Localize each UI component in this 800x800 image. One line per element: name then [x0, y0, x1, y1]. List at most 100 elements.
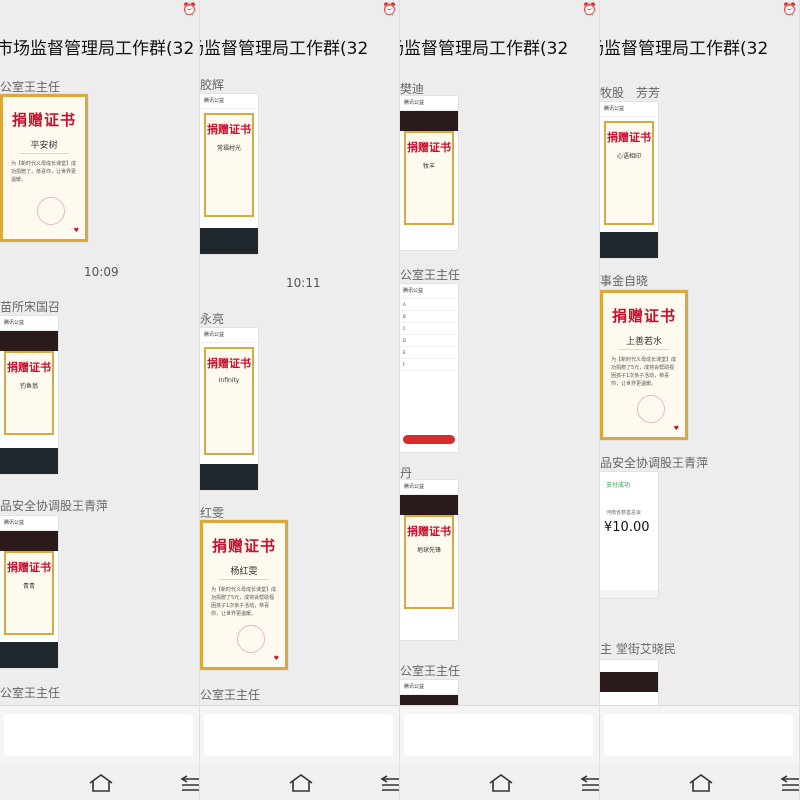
phone-screenshot-image[interactable]: 腾讯公益 捐赠证书 常福村光: [200, 94, 258, 254]
app-name: 腾讯公益: [600, 102, 658, 117]
back-icon[interactable]: [579, 774, 599, 792]
chat-panel-4: ⏰ 市场监督管理局工作群(32 牧股 芳芳 腾讯公益 捐赠证书 心语相印 事金自…: [600, 0, 800, 800]
cert-body: 为【新时代义母成长课堂】成功捐赠了，恭喜你，让世界更温暖。: [11, 161, 77, 183]
message-time: 10:11: [286, 276, 321, 290]
app-name: 腾讯公益: [400, 680, 458, 695]
phone-screenshot-image[interactable]: 腾讯公益 捐赠证书 钓鱼翁: [0, 316, 58, 474]
cert-name: 杨红雯: [219, 564, 269, 580]
message-input-bar: [600, 705, 799, 766]
chat-title: 市场监督管理局工作群(32: [0, 39, 195, 59]
cert-body: 为【新时代义母成长课堂】成功捐赠了5元，成将会帮助视困孩子1次亲子活动，恭喜你，…: [611, 357, 677, 387]
sender-name: 公室王主任: [0, 80, 61, 94]
donation-certificate-image[interactable]: 捐赠证书 平安树 为【新时代义母成长课堂】成功捐赠了，恭喜你，让世界更温暖。 ♥: [0, 94, 88, 242]
bottom-strip: [600, 590, 658, 598]
sender-name: 牧股 芳芳: [600, 86, 661, 100]
cert-preview: 捐赠证书 Infinity: [204, 347, 254, 455]
message-input-bar: [200, 705, 399, 766]
cert-title: 捐赠证书: [207, 123, 251, 136]
cert-preview: 捐赠证书 牧羊: [404, 131, 454, 225]
phone-screenshot-image[interactable]: 腾讯公益 捐赠证书 Infinity: [200, 328, 258, 490]
phone-screenshot-image[interactable]: 腾讯公益 捐赠证书 青青: [0, 516, 58, 668]
banner: [400, 111, 458, 131]
sender-name: 事金自晓: [600, 274, 649, 288]
cert-preview: 捐赠证书 地球先锋: [404, 515, 454, 609]
alarm-icon: ⏰: [182, 2, 197, 16]
app-name: 腾讯公益: [400, 284, 458, 299]
status-bar: ⏰: [200, 0, 399, 20]
cert-body: 为【新时代义母成长课堂】成功捐赠了5元，成将会帮助视困孩子1次亲子活动，恭喜你，…: [211, 587, 277, 617]
app-name: 腾讯公益: [0, 516, 58, 531]
sender-name: 公室王主任: [400, 664, 461, 678]
status-bar: ⏰: [600, 0, 799, 20]
sender-name: 永亮: [200, 312, 225, 326]
chat-title: 市场监督管理局工作群(32: [200, 39, 369, 59]
payee-label: 河南省慈善总会: [606, 510, 642, 516]
home-icon[interactable]: [488, 773, 514, 793]
home-icon[interactable]: [88, 773, 114, 793]
cert-preview: 捐赠证书 常福村光: [204, 113, 254, 217]
cert-preview: 捐赠证书 心语相印: [604, 121, 654, 225]
payment-success-label: 支付成功: [606, 482, 631, 489]
home-icon[interactable]: [688, 773, 714, 793]
chat-title: 市场监督管理局工作群(32: [400, 39, 569, 59]
cert-title: 捐赠证书: [611, 307, 676, 325]
message-input[interactable]: [404, 714, 593, 756]
chat-panel-2: ⏰ 市场监督管理局工作群(32 胶辉 腾讯公益 捐赠证书 常福村光 10:11 …: [200, 0, 400, 800]
message-time: 10:09: [84, 265, 119, 279]
nav-bar: [0, 765, 199, 800]
back-icon[interactable]: [779, 774, 799, 792]
cert-name: 钓鱼翁: [19, 383, 38, 390]
cert-title: 捐赠证书: [211, 537, 276, 555]
back-icon[interactable]: [179, 774, 199, 792]
nav-bar: [400, 765, 599, 800]
form-row: D: [400, 335, 458, 347]
message-input[interactable]: [204, 714, 393, 756]
alarm-icon: ⏰: [582, 2, 597, 16]
charity-logo-icon: ♥: [73, 227, 79, 234]
bottom-bar: [0, 448, 58, 474]
app-name: 腾讯公益: [0, 316, 58, 331]
cert-title: 捐赠证书: [7, 361, 51, 374]
sender-name: 樊迪: [400, 82, 425, 96]
chat-panel-1: ⏰ 市场监督管理局工作群(32 公室王主任 捐赠证书 平安树 为【新时代义母成长…: [0, 0, 200, 800]
seal-icon: [37, 197, 66, 225]
phone-screenshot-image[interactable]: 腾讯公益 捐赠证书 心语相印: [600, 102, 658, 258]
sender-name: 主 堂街艾晓民: [600, 642, 676, 656]
cert-name: 平安树: [19, 138, 69, 154]
back-icon[interactable]: [379, 774, 399, 792]
payment-screenshot-image[interactable]: 支付成功 河南省慈善总会 ¥10.00 完成: [600, 472, 658, 598]
phone-screenshot-image[interactable]: 腾讯公益 捐赠证书 地球先锋: [400, 480, 458, 640]
cert-name: 牧羊: [422, 163, 435, 170]
app-name: 腾讯公益: [400, 480, 458, 495]
banner: [0, 331, 58, 351]
bottom-bar: [200, 228, 258, 254]
status-bar: ⏰: [0, 0, 199, 20]
phone-screenshot-image[interactable]: [600, 660, 658, 710]
banner: [0, 531, 58, 551]
banner: [400, 495, 458, 515]
donation-certificate-image[interactable]: 捐赠证书 杨红雯 为【新时代义母成长课堂】成功捐赠了5元，成将会帮助视困孩子1次…: [200, 520, 288, 670]
sender-name: 公室王主任: [0, 686, 61, 700]
form-row: A: [400, 299, 458, 311]
form-row: B: [400, 311, 458, 323]
app-name: 腾讯公益: [400, 96, 458, 111]
sender-name: 品安全协调股王青萍: [600, 456, 709, 470]
alarm-icon: ⏰: [782, 2, 797, 16]
banner: [600, 672, 658, 692]
cert-name: 心语相印: [616, 153, 641, 160]
bottom-bar: [200, 464, 258, 490]
message-input-bar: [0, 705, 199, 766]
cert-preview: 捐赠证书 青青: [4, 551, 54, 635]
donation-certificate-image[interactable]: 捐赠证书 上善若水 为【新时代义母成长课堂】成功捐赠了5元，成将会帮助视困孩子1…: [600, 290, 688, 440]
form-screenshot-image[interactable]: 腾讯公益 A B C D E F: [400, 284, 458, 452]
chat-title: 市场监督管理局工作群(32: [600, 39, 769, 59]
phone-screenshot-image[interactable]: 腾讯公益 捐赠证书 牧羊: [400, 96, 458, 250]
message-input[interactable]: [604, 714, 793, 756]
cert-title: 捐赠证书: [407, 141, 451, 154]
bottom-bar: [600, 232, 658, 258]
home-icon[interactable]: [288, 773, 314, 793]
seal-icon: [237, 625, 266, 653]
sender-name: 公室王主任: [400, 268, 461, 282]
message-input[interactable]: [4, 714, 193, 756]
cert-title: 捐赠证书: [607, 131, 651, 144]
